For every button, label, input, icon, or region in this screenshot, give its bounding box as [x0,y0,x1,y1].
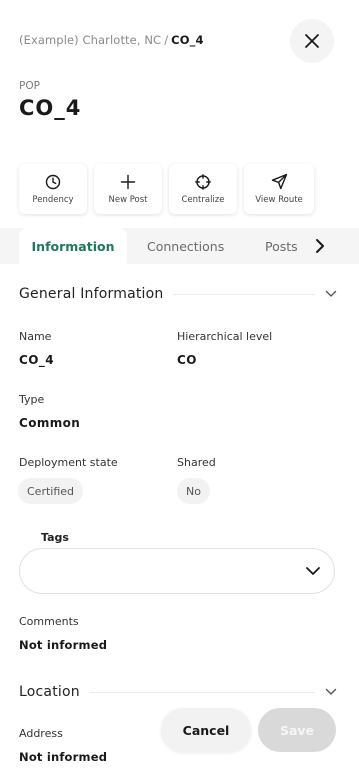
chevron-down-icon [325,290,337,297]
view-route-button[interactable]: View Route [244,164,314,214]
address-label: Address [19,727,63,740]
shared-chip: No [177,478,210,504]
general-information-header[interactable]: General Information [19,286,337,302]
breadcrumb: (Example) Charlotte, NC / CO_4 [19,33,204,47]
comments-value: Not informed [19,638,108,652]
breadcrumb-current: CO_4 [171,33,204,47]
crosshair-icon [195,173,211,190]
breadcrumb-parent[interactable]: (Example) Charlotte, NC [19,33,161,47]
tabs-bar: Information Connections Posts [0,228,359,264]
chevron-right-icon [316,239,324,253]
breadcrumb-separator: / [164,33,169,47]
send-icon [271,173,287,190]
type-label: Type [19,393,45,406]
tabs-scroll-right-button[interactable] [308,228,332,264]
close-button[interactable] [290,19,334,63]
save-button[interactable]: Save [258,708,336,752]
new-post-button[interactable]: New Post [94,164,162,214]
tab-information[interactable]: Information [19,228,127,264]
tags-label: Tags [41,531,69,544]
centralize-button[interactable]: Centralize [169,164,237,214]
hierarchical-level-value: CO [177,353,197,367]
deployment-state-chip: Certified [18,478,84,504]
element-type-label: POP [19,80,40,92]
section-title: General Information [19,286,164,302]
pendency-button[interactable]: Pendency [19,164,87,214]
chevron-down-icon [306,567,320,575]
tags-select[interactable] [19,548,335,594]
name-label: Name [19,330,52,343]
pendency-label: Pendency [32,194,74,205]
comments-label: Comments [19,615,79,628]
action-bar: Pendency New Post Centralize View Route [19,164,314,214]
page-title: CO_4 [19,96,82,120]
chevron-down-icon [325,688,337,695]
location-header[interactable]: Location [19,684,337,700]
tab-connections[interactable]: Connections [147,228,224,264]
deployment-state-label: Deployment state [19,456,118,469]
centralize-label: Centralize [181,194,225,205]
new-post-label: New Post [108,194,148,205]
section-title: Location [19,684,80,700]
hierarchical-level-label: Hierarchical level [177,330,273,343]
section-divider [89,691,315,693]
view-route-label: View Route [255,195,303,205]
cancel-button[interactable]: Cancel [161,708,251,752]
type-value: Common [19,416,81,430]
clock-icon [45,174,61,189]
section-divider [173,293,315,295]
tab-posts[interactable]: Posts [265,228,298,264]
plus-icon [120,174,136,189]
close-icon [305,34,319,48]
name-value: CO_4 [19,353,54,367]
shared-label: Shared [177,456,216,469]
address-value: Not informed [19,750,108,764]
